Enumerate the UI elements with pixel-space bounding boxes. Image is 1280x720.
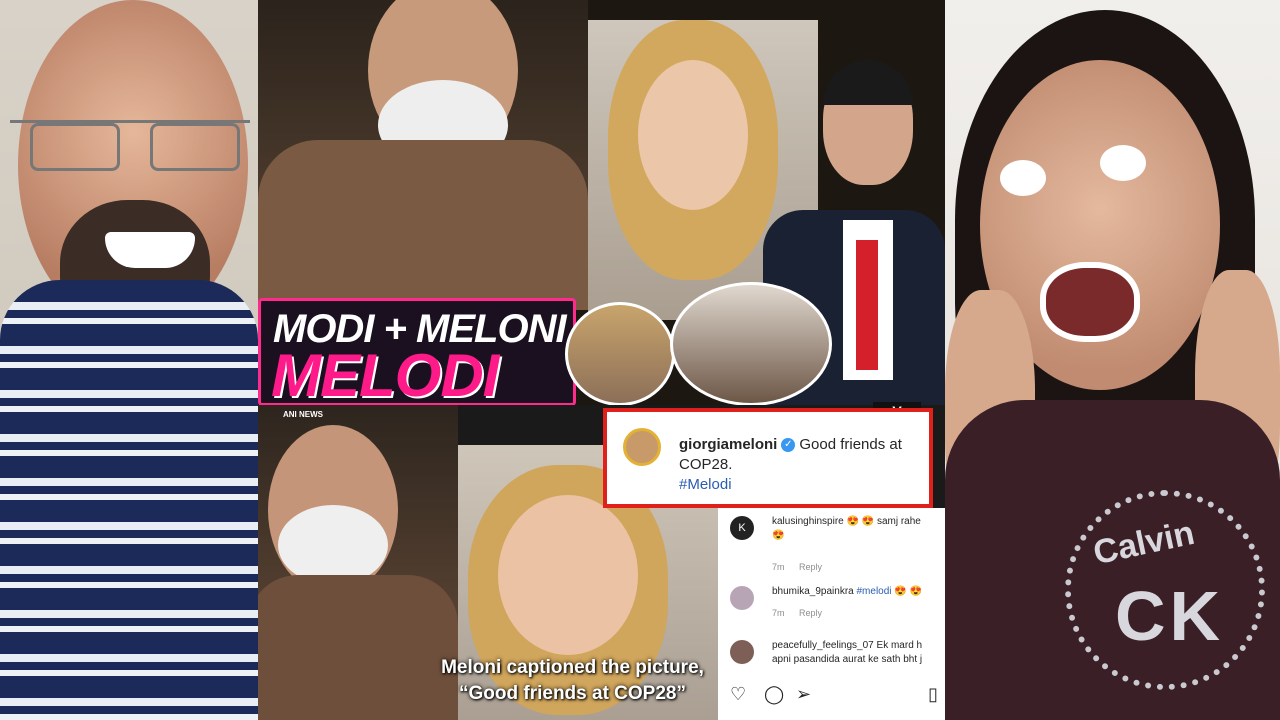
comment-body-line2: apni pasandida aurat ke sath bht j (772, 654, 923, 665)
comment-username[interactable]: bhumika_9painkra (772, 586, 854, 597)
comment-hashtag[interactable]: #melodi (857, 586, 892, 597)
news-photo-modi (258, 405, 458, 720)
melodi-title-badge: MODI + MELONI MELODI (258, 298, 576, 409)
badge-main-text: MELODI (271, 342, 499, 409)
caption-line1: giorgiameloni ✓ Good friends at (679, 436, 902, 453)
reactor-eye-left (1000, 160, 1046, 196)
reactor-mouth-open (1040, 262, 1140, 342)
comment-body-line2: 😍 (772, 530, 785, 541)
reply-button[interactable]: Reply (799, 608, 822, 618)
inset-circle-left (565, 302, 675, 406)
comment-body: 😍 😍 samj rahe (846, 516, 921, 527)
comment-avatar[interactable]: K (730, 516, 754, 540)
reactor-glasses (10, 120, 250, 171)
comment-avatar[interactable] (730, 640, 754, 664)
instagram-caption-card: giorgiameloni ✓ Good friends at COP28. #Me… (603, 408, 933, 508)
like-heart-icon[interactable]: ♡ (730, 684, 746, 705)
caption-text-2: COP28. (679, 456, 733, 473)
post-username[interactable]: giorgiameloni (679, 436, 777, 453)
modi-photo (258, 0, 588, 310)
comment-text: kalusinghinspire 😍 😍 samj rahe (772, 516, 921, 527)
striped-shirt (0, 280, 258, 720)
post-action-bar: ♡ ◯ ➢ ▯ (730, 684, 945, 708)
comment-time: 7m (772, 562, 785, 572)
right-reactor-panel: Calvin CK (945, 0, 1280, 720)
comment-username[interactable]: kalusinghinspire (772, 516, 844, 527)
comment-time: 7m (772, 608, 785, 618)
reply-button[interactable]: Reply (799, 562, 822, 572)
caption-hashtag[interactable]: #Melodi (679, 476, 732, 493)
ani-news-label: ANI NEWS (283, 410, 323, 419)
calvin-klein-logo: Calvin CK (1065, 490, 1265, 690)
profile-avatar[interactable] (623, 428, 661, 466)
bookmark-icon[interactable]: ▯ (928, 684, 938, 705)
reactor-mouth (105, 232, 195, 268)
video-subtitle: Meloni captioned the picture, “Good frie… (430, 655, 715, 707)
comment-meta: 7m Reply (772, 562, 834, 572)
comment-text: bhumika_9painkra #melodi 😍 😍 (772, 586, 922, 597)
left-reactor-panel (0, 0, 258, 720)
share-send-icon[interactable]: ➢ (796, 684, 811, 705)
comment-avatar[interactable] (730, 586, 754, 610)
reactor-eye-right (1100, 145, 1146, 181)
comment-body: Ek mard h (876, 640, 923, 651)
comment-body: 😍 😍 (894, 586, 922, 597)
caption-text-1: Good friends at (799, 436, 902, 453)
verified-icon: ✓ (781, 438, 796, 453)
subtitle-line2: “Good friends at COP28” (459, 683, 686, 704)
comment-meta: 7m Reply (772, 608, 834, 618)
inset-circle-right (670, 282, 832, 406)
subtitle-line1: Meloni captioned the picture, (441, 657, 704, 678)
comment-username[interactable]: peacefully_feelings_07 (772, 640, 874, 651)
comment-bubble-icon[interactable]: ◯ (764, 684, 784, 705)
comment-text: peacefully_feelings_07 Ek mard h (772, 640, 922, 651)
